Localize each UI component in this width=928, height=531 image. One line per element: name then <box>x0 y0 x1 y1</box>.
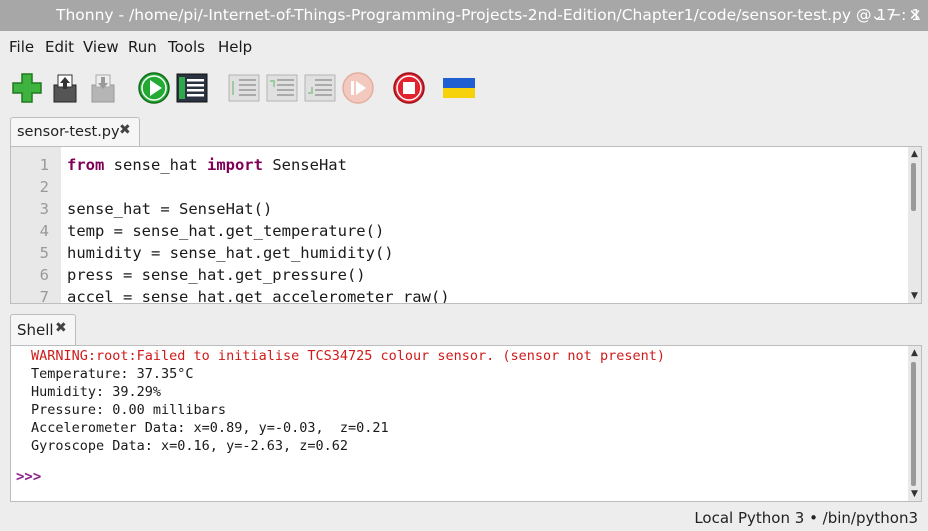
warning-line: WARNING:root:Failed to initialise TCS347… <box>31 348 665 364</box>
output-line: Accelerometer Data: x=0.89, y=-0.03, z=0… <box>31 420 389 436</box>
line-number: 4 <box>39 222 49 240</box>
debug-icon[interactable] <box>175 71 209 105</box>
menu-run[interactable]: Run <box>128 38 157 56</box>
code-line: accel = sense_hat.get_accelerometer_raw(… <box>67 288 450 304</box>
step-over-icon[interactable] <box>227 71 261 105</box>
resume-icon[interactable] <box>341 71 375 105</box>
output-line: Humidity: 39.29% <box>31 384 162 400</box>
shell-tab-label: Shell <box>17 321 54 339</box>
menu-bar: File Edit View Run Tools Help <box>0 31 928 61</box>
new-file-icon[interactable] <box>10 71 44 105</box>
ukraine-flag-icon[interactable] <box>442 71 476 105</box>
tab-sensor-test[interactable]: sensor-test.py ✖ <box>10 117 140 147</box>
output-line: Pressure: 0.00 millibars <box>31 402 227 418</box>
menu-view[interactable]: View <box>83 38 119 56</box>
status-bar: Local Python 3 • /bin/python3 <box>0 505 928 531</box>
title-bar: Thonny - /home/pi/-Internet-of-Things-Pr… <box>0 0 928 31</box>
menu-tools[interactable]: Tools <box>168 38 205 56</box>
shell-scrollbar[interactable]: ▲ ▼ <box>908 346 921 501</box>
shell-prompt: >>> <box>16 469 42 485</box>
menu-help[interactable]: Help <box>218 38 252 56</box>
editor-tab-label: sensor-test.py <box>17 124 120 140</box>
tab-shell[interactable]: Shell ✖ <box>10 314 76 346</box>
toolbar <box>0 61 928 117</box>
line-number: 6 <box>39 266 49 284</box>
close-window-icon[interactable]: ✕ <box>906 6 924 24</box>
output-line: Gyroscope Data: x=0.16, y=-2.63, z=0.62 <box>31 438 348 454</box>
scroll-down-icon[interactable]: ▼ <box>909 291 920 301</box>
run-icon[interactable] <box>137 71 171 105</box>
line-number: 2 <box>39 178 49 196</box>
code-line: temp = sense_hat.get_temperature() <box>67 222 385 240</box>
menu-file[interactable]: File <box>9 38 34 56</box>
scroll-up-icon[interactable]: ▲ <box>909 149 920 159</box>
keyword: from <box>67 156 105 174</box>
code-line: press = sense_hat.get_pressure() <box>67 266 366 284</box>
scroll-up-icon[interactable]: ▲ <box>909 348 920 358</box>
code-line: sense_hat = SenseHat() <box>67 200 273 218</box>
keyword: import <box>206 156 263 174</box>
interpreter-status[interactable]: Local Python 3 • /bin/python3 <box>694 509 918 527</box>
line-number: 3 <box>39 200 49 218</box>
window-title: Thonny - /home/pi/-Internet-of-Things-Pr… <box>56 6 922 24</box>
close-tab-icon[interactable]: ✖ <box>55 320 67 336</box>
line-number-gutter: 1 2 3 4 5 6 7 <box>11 147 61 303</box>
editor-scrollbar[interactable]: ▲ ▼ <box>908 147 921 303</box>
line-number: 5 <box>39 244 49 262</box>
code-text: SenseHat <box>262 156 347 174</box>
chevron-down-icon[interactable]: ⌄ <box>868 6 886 24</box>
code-line: from sense_hat import SenseHat <box>67 156 347 174</box>
step-into-icon[interactable] <box>265 71 299 105</box>
stop-icon[interactable] <box>392 71 426 105</box>
minimize-icon[interactable]: ─ <box>886 6 904 24</box>
code-text: sense_hat <box>104 156 207 174</box>
menu-edit[interactable]: Edit <box>45 38 74 56</box>
output-line: Temperature: 37.35°C <box>31 366 194 382</box>
close-tab-icon[interactable]: ✖ <box>119 122 131 138</box>
step-out-icon[interactable] <box>303 71 337 105</box>
scroll-thumb[interactable] <box>911 362 916 486</box>
line-number: 1 <box>39 156 49 174</box>
open-file-icon[interactable] <box>48 71 82 105</box>
save-file-icon[interactable] <box>86 71 120 105</box>
code-line: humidity = sense_hat.get_humidity() <box>67 244 394 262</box>
line-number: 7 <box>39 288 49 304</box>
scroll-down-icon[interactable]: ▼ <box>909 489 920 499</box>
scroll-thumb[interactable] <box>911 163 916 211</box>
shell-console[interactable]: WARNING:root:Failed to initialise TCS347… <box>10 345 922 502</box>
code-editor[interactable]: 1 2 3 4 5 6 7 from sense_hat import Sens… <box>10 146 922 304</box>
